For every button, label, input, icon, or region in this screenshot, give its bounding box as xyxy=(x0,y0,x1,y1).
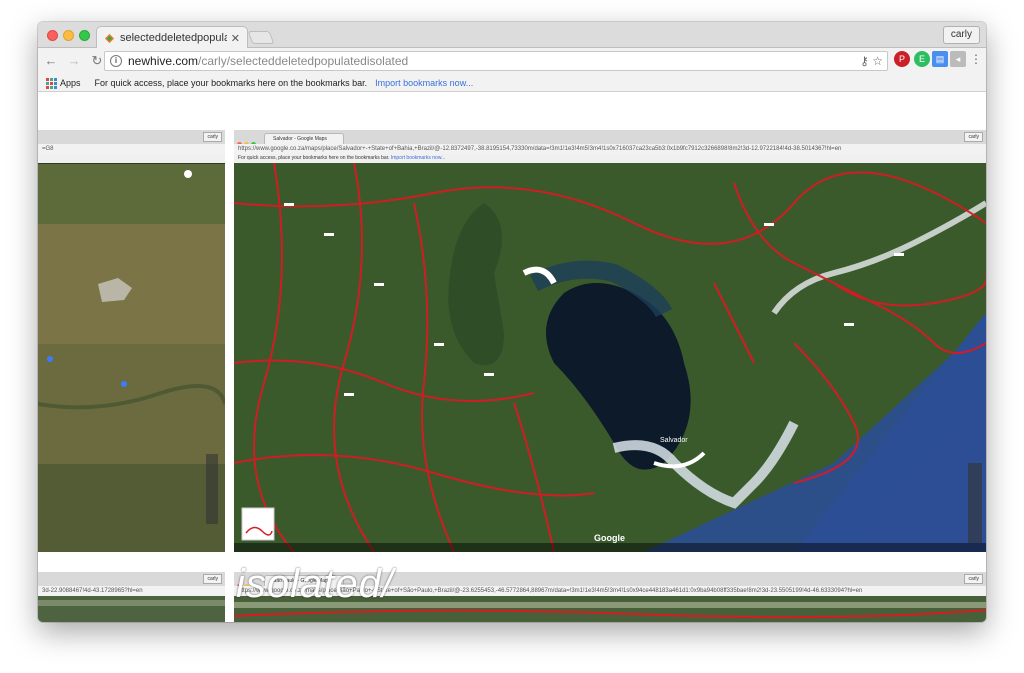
mini-profile-button: carly xyxy=(203,574,222,584)
mini-bookmarks-bar: For quick access, place your bookmarks h… xyxy=(234,154,986,163)
newhive-favicon-icon xyxy=(104,33,115,43)
mini-tab-strip: carly xyxy=(38,572,225,586)
bookmarks-message: For quick access, place your bookmarks h… xyxy=(94,77,368,88)
mini-profile-button: carly xyxy=(203,132,222,142)
browser-window: selecteddeletedpopulatedisolated ✕ carly… xyxy=(38,22,986,622)
screenshot-salvador-map[interactable]: Salvador - Google Maps carly https://www… xyxy=(234,130,986,552)
page-content: carly =G8 Salvador - Google Maps carly h… xyxy=(38,92,986,622)
docs-extension-icon[interactable]: ▤ xyxy=(932,51,948,67)
new-tab-button[interactable] xyxy=(247,31,275,44)
close-window-button[interactable] xyxy=(47,30,58,41)
url-host: newhive.com xyxy=(128,54,199,68)
toolbar: ← → ↻ i newhive.com/carly/selecteddelete… xyxy=(38,48,986,74)
tab-title: selecteddeletedpopulatedisolated xyxy=(120,32,227,44)
satellite-map-salvador: Google Salvador xyxy=(234,163,986,552)
satellite-map xyxy=(38,164,225,552)
pinterest-extension-icon[interactable]: P xyxy=(894,51,910,67)
tab-strip: selecteddeletedpopulatedisolated ✕ carly xyxy=(38,22,986,49)
evernote-extension-icon[interactable]: E xyxy=(914,51,930,67)
url-path: /carly/selecteddeletedpopulatedisolated xyxy=(198,54,409,68)
mini-tab-title: Salvador - Google Maps xyxy=(264,133,344,144)
mini-tab-strip: Salvador - Google Maps carly xyxy=(234,130,986,147)
apps-icon[interactable] xyxy=(46,77,57,89)
city-label-salvador: Salvador xyxy=(660,437,688,444)
menu-icon[interactable]: ⋮ xyxy=(968,51,984,67)
satellite-map xyxy=(38,596,225,622)
mini-address-bar: 3d-22.9088467!4d-43.1728965?hl=en xyxy=(38,586,225,596)
mini-address-bar: https://www.google.co.za/maps/place/Salv… xyxy=(234,144,986,154)
mini-address-bar: =G8 xyxy=(38,144,225,154)
bookmarks-bar: Apps For quick access, place your bookma… xyxy=(38,74,986,92)
apps-link[interactable]: Apps xyxy=(60,78,81,88)
import-bookmarks-link[interactable]: Import bookmarks now... xyxy=(375,78,473,88)
mini-window-controls xyxy=(237,134,261,147)
mini-tab-strip: carly xyxy=(38,130,225,144)
minimize-window-button[interactable] xyxy=(63,30,74,41)
back-button[interactable]: ← xyxy=(41,51,61,71)
profile-button[interactable]: carly xyxy=(942,26,980,44)
overlay-text-isolated: isolated/ xyxy=(236,562,394,606)
address-bar[interactable]: i newhive.com/carly/selecteddeletedpopul… xyxy=(104,51,888,71)
mini-import-link: Import bookmarks now... xyxy=(390,155,446,161)
forward-button[interactable]: → xyxy=(64,51,84,71)
bookmark-star-icon[interactable]: ⚷ ☆ xyxy=(860,54,883,68)
zoom-window-button[interactable] xyxy=(79,30,90,41)
close-tab-icon[interactable]: ✕ xyxy=(231,32,240,45)
info-icon[interactable]: i xyxy=(110,55,122,67)
mini-bookmarks-bar xyxy=(38,154,225,163)
mini-profile-button: carly xyxy=(964,574,983,584)
google-logo: Google xyxy=(594,533,625,543)
mini-bookmarks-message: For quick access, place your bookmarks h… xyxy=(238,155,390,161)
tab-active[interactable]: selecteddeletedpopulatedisolated ✕ xyxy=(96,26,248,49)
mini-profile-button: carly xyxy=(964,132,983,142)
screenshot-left-bottom[interactable]: carly 3d-22.9088467!4d-43.1728965?hl=en xyxy=(38,572,225,622)
screenshot-left-top[interactable]: carly =G8 xyxy=(38,130,225,552)
speaker-extension-icon[interactable]: ◂ xyxy=(950,51,966,67)
